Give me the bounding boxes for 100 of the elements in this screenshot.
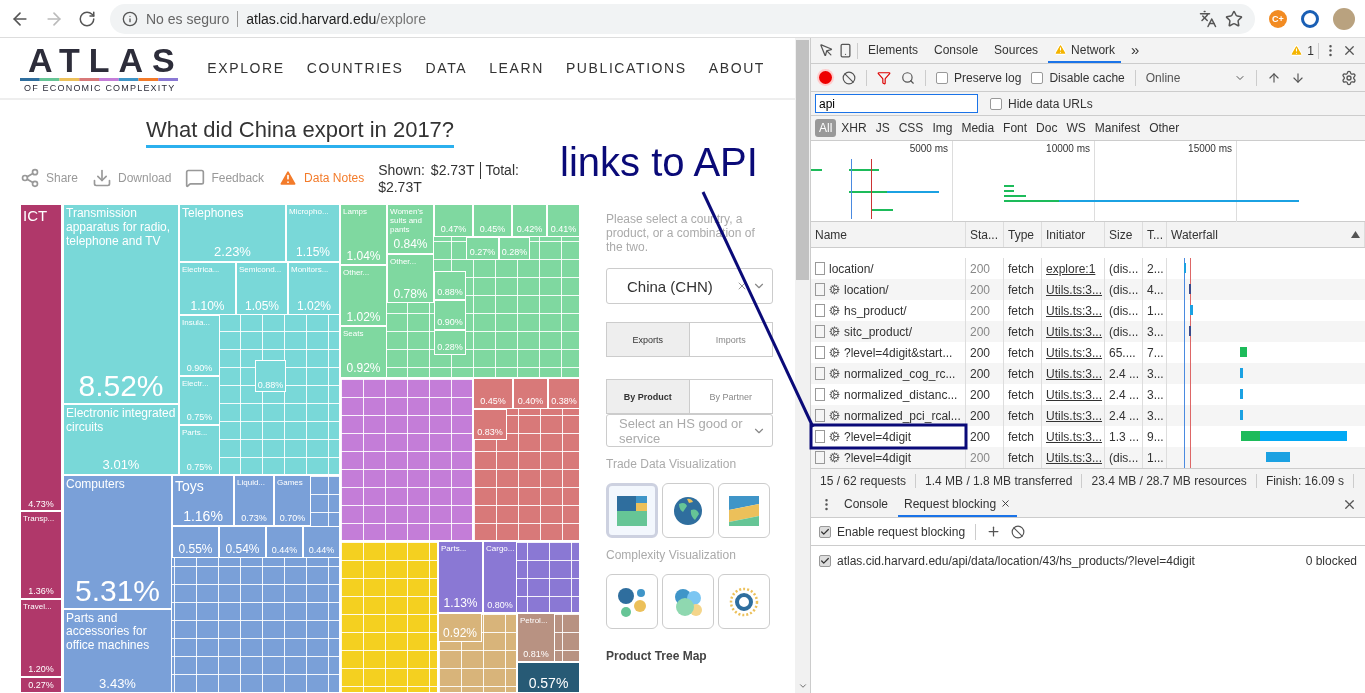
view-button[interactable] [662,574,714,629]
hide-data-urls-option[interactable]: Hide data URLs [990,96,1093,111]
bookmark-star-icon[interactable] [1225,9,1243,28]
record-icon[interactable] [819,71,832,84]
checkbox[interactable] [936,71,948,84]
disable-cache-option[interactable]: Disable cache [1031,70,1125,85]
nav-link[interactable]: LEARN [489,60,544,76]
nav-link[interactable]: EXPLORE [207,60,285,76]
checkbox[interactable] [819,525,831,538]
type-filter[interactable]: CSS [894,119,928,137]
devtools-tab[interactable]: Sources [988,38,1045,63]
settings-icon[interactable] [1341,69,1357,86]
device-icon[interactable] [838,43,853,58]
view-button[interactable] [662,483,714,538]
country-select[interactable]: China (CHN) [606,268,773,304]
tile-share: 1.15% [296,246,330,260]
view-button[interactable] [606,483,658,538]
clear-icon[interactable] [736,280,748,292]
type-filter[interactable]: Manifest [1090,119,1145,137]
view-button[interactable] [718,574,770,629]
column-header[interactable]: T... [1143,222,1167,247]
tile-name: Cargo... [486,544,515,554]
treemap-tile[interactable]: Parts... 1.13% [438,541,483,613]
add-icon[interactable] [986,524,1002,539]
nav-link[interactable]: PUBLICATIONS [565,60,687,76]
nav-link[interactable]: COUNTRIES [306,60,404,76]
clear-icon[interactable] [842,70,856,85]
summary-text: 23.4 MB / 28.7 MB resources [1082,473,1257,488]
tile-share: 0.88% [257,380,284,391]
checkbox[interactable] [990,97,1002,110]
tile-name: Seats [343,329,364,339]
close-tab-icon[interactable] [1000,498,1012,509]
treemap-tile[interactable]: Transp... 1.36% [20,511,62,599]
request-name[interactable]: ?level=4digit [811,426,966,447]
search-icon[interactable] [901,70,915,85]
column-header[interactable]: Waterfall [1167,222,1365,247]
translate-icon[interactable] [1199,9,1217,28]
clear-icon[interactable] [1011,524,1026,539]
throttling-select[interactable]: Online [1145,70,1246,85]
tile-share: 0.54% [225,542,260,557]
column-header[interactable]: Sta... [966,222,1004,247]
filter-icon[interactable] [877,70,891,85]
treemap-tile[interactable]: 0.27% [20,677,62,693]
drawer-tab[interactable]: Console [838,492,895,517]
info-icon [122,10,138,27]
column-header[interactable]: Name [811,222,966,247]
nav-link[interactable]: ABOUT [708,60,765,76]
flow-toggle[interactable]: Exports [607,323,690,356]
tile-name: Parts and accessories for office machines [66,611,151,654]
treemap-tile[interactable]: 0.57% [517,662,580,693]
upload-icon[interactable] [1266,70,1281,85]
waterfall-bar [1240,368,1243,378]
area-chart-icon [729,495,759,526]
inspect-icon[interactable] [819,43,834,58]
reload-button[interactable] [78,9,96,28]
treemap-tile[interactable]: ICT 4.73% [20,204,62,512]
tile-name: Petrol... [520,615,548,625]
tile-share: 0.84% [393,238,428,252]
type-filter[interactable]: WS [1062,119,1090,137]
type-filter[interactable]: Other [1145,119,1184,137]
nav-link[interactable]: DATA [425,60,468,76]
type-filter[interactable]: Doc [1032,119,1062,137]
tile-name: Parts... [182,428,208,438]
group-toggle[interactable]: By Product [607,380,690,413]
tile-share: 0.57% [528,675,569,691]
type-filter[interactable]: XHR [837,119,871,137]
close-icon[interactable] [1342,497,1357,512]
section-heading: Complexity Visualization [606,548,737,562]
devtools-tab[interactable]: Console [928,38,985,63]
request-name[interactable]: normalized_pci_rcal... [811,405,966,426]
pattern-option[interactable] [819,555,831,567]
view-button[interactable] [606,574,658,629]
column-header[interactable]: Initiator [1042,222,1105,247]
column-header[interactable]: Size [1105,222,1143,247]
file-icon [815,451,825,464]
preserve-log-option[interactable]: Preserve log [936,70,1022,85]
tile-share: 0.80% [487,600,513,611]
more-tabs-button[interactable]: » [1125,38,1146,63]
close-icon[interactable] [1342,43,1357,58]
column-header[interactable]: Type [1004,222,1042,247]
blocked-count: 0 blocked [1305,554,1357,568]
type-filter[interactable]: Font [999,119,1032,137]
type-filter[interactable]: Img [928,119,957,137]
download-icon[interactable] [1290,70,1305,85]
sort-ascending-icon[interactable] [1351,231,1360,238]
type-filter[interactable]: Media [957,119,999,137]
treemap-tile[interactable]: Travel... 1.20% [20,598,62,678]
tile-name: Toys [175,477,204,494]
scroll-down-icon[interactable] [797,681,808,691]
tile-share: 1.04% [346,250,381,264]
tile-share: 3.43% [99,676,136,691]
address-bar[interactable]: No es seguro atlas.cid.harvard.edu/explore [110,3,1255,34]
view-button[interactable] [718,483,770,538]
treemap-tile[interactable]: Cargo... 0.80% [483,541,517,613]
ring-icon[interactable] [1301,9,1319,28]
type-filter[interactable]: JS [871,119,894,137]
scrollbar[interactable] [795,38,810,693]
devtools-tab[interactable]: Elements [862,38,925,63]
filter-field[interactable]: api [815,94,978,113]
checkbox[interactable] [1031,71,1044,84]
